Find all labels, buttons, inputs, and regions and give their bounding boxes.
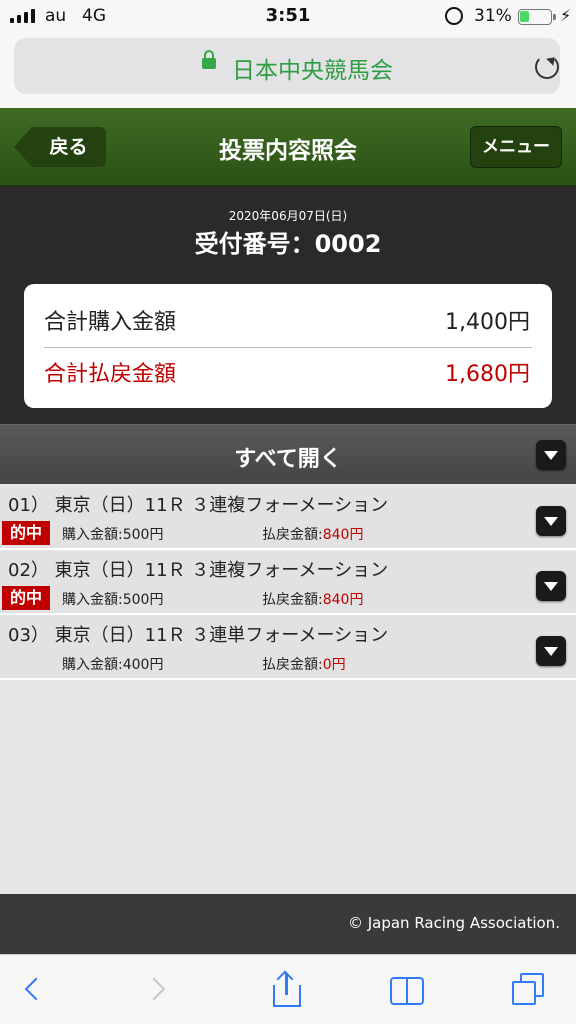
rotation-lock-icon — [445, 7, 463, 25]
menu-button[interactable]: メニュー — [470, 126, 562, 168]
total-payout-row: 合計払戻金額 1,680円 — [44, 350, 532, 400]
open-all-bar[interactable]: すべて開く — [0, 424, 576, 484]
hit-badge: 的中 — [2, 586, 50, 610]
list-item[interactable]: 03） 東京（日）11Ｒ ３連単フォーメーション 購入金額:400円 払戻金額:… — [0, 616, 576, 680]
total-purchase-label: 合計購入金額 — [44, 310, 177, 335]
bet-title: 01） 東京（日）11Ｒ ３連複フォーメーション — [8, 495, 389, 516]
bet-payout-amount: 払戻金額:0円 — [262, 657, 346, 673]
bet-payout-amount: 払戻金額:840円 — [262, 527, 364, 543]
total-payout-value: 1,680円 — [445, 362, 530, 387]
battery-icon — [518, 9, 552, 25]
browser-toolbar — [0, 954, 576, 1024]
bet-payout-amount: 払戻金額:840円 — [262, 592, 364, 608]
list-item[interactable]: 01） 東京（日）11Ｒ ３連複フォーメーション 的中 購入金額:500円 払戻… — [0, 486, 576, 550]
expand-icon[interactable] — [536, 571, 566, 601]
receipt-date: 2020年06月07日(日) — [228, 209, 348, 223]
share-icon[interactable] — [270, 970, 304, 1007]
page-footer: © Japan Racing Association. — [0, 894, 576, 954]
bookmarks-icon[interactable] — [390, 973, 424, 1007]
receipt-number: 受付番号：0002 — [194, 230, 382, 258]
battery-tip — [553, 14, 556, 20]
browser-address-area: 日本中央競馬会 — [0, 34, 576, 108]
reload-icon[interactable] — [535, 55, 559, 79]
total-purchase-row: 合計購入金額 1,400円 — [44, 298, 532, 348]
bet-title: 03） 東京（日）11Ｒ ３連単フォーメーション — [8, 625, 389, 646]
address-bar[interactable]: 日本中央競馬会 — [14, 38, 560, 94]
total-purchase-value: 1,400円 — [445, 310, 530, 335]
site-name[interactable]: 日本中央競馬会 — [232, 51, 393, 85]
tabs-icon[interactable] — [512, 973, 546, 1007]
lock-icon — [202, 50, 216, 69]
open-all-label: すべて開く — [234, 447, 342, 472]
list-item[interactable]: 02） 東京（日）11Ｒ ３連複フォーメーション 的中 購入金額:500円 払戻… — [0, 551, 576, 615]
back-arrow-icon[interactable] — [18, 973, 52, 1007]
bet-purchase-amount: 購入金額:400円 — [62, 657, 164, 673]
bet-purchase-amount: 購入金額:500円 — [62, 527, 164, 543]
status-bar: au 4G 3:51 31% ⚡ — [0, 0, 576, 34]
summary-card: 合計購入金額 1,400円 合計払戻金額 1,680円 — [24, 284, 552, 408]
expand-icon[interactable] — [536, 506, 566, 536]
expand-icon[interactable] — [536, 636, 566, 666]
forward-arrow-icon[interactable] — [142, 973, 176, 1007]
total-payout-label: 合計払戻金額 — [44, 362, 177, 387]
receipt-panel: 2020年06月07日(日) 受付番号：0002 合計購入金額 1,400円 合… — [0, 186, 576, 424]
page-header: 戻る 投票内容照会 メニュー — [0, 108, 576, 186]
hit-badge: 的中 — [2, 521, 50, 545]
expand-all-icon[interactable] — [536, 440, 566, 470]
bet-purchase-amount: 購入金額:500円 — [62, 592, 164, 608]
copyright-text: © Japan Racing Association. — [347, 914, 560, 932]
charging-icon: ⚡ — [560, 6, 572, 25]
battery-percent: 31% — [474, 6, 512, 26]
bet-title: 02） 東京（日）11Ｒ ３連複フォーメーション — [8, 560, 389, 581]
